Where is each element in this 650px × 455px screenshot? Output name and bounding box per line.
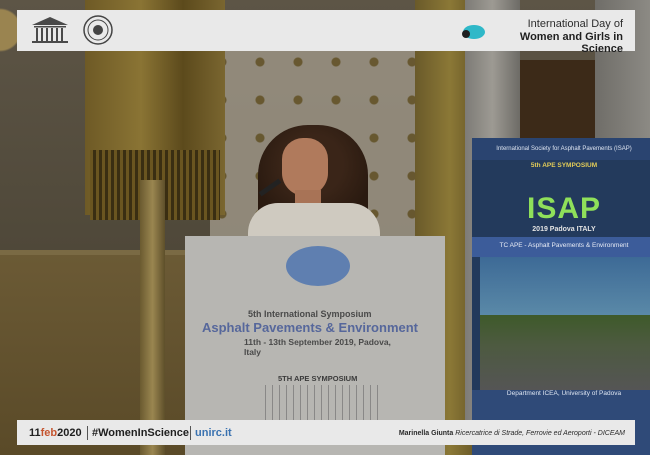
event-date: 11feb2020 [29, 427, 82, 439]
podium-line1: 5th International Symposium [248, 309, 372, 319]
site-link[interactable]: unirc.it [195, 427, 232, 439]
date-year: 2020 [57, 427, 82, 439]
header-title-line2: Women and Girls in Science [519, 31, 623, 55]
photo-credit: Marinella Giunta Ricercatrice di Strade,… [340, 430, 625, 437]
padova-skyline-drawing [265, 385, 380, 425]
podium-line3: 11th - 13th September 2019, Padova, Ital… [244, 337, 391, 357]
podium-line2: Asphalt Pavements & Environment [202, 320, 418, 335]
banner-isap: ISAP [526, 192, 602, 225]
banner-sky [480, 257, 650, 317]
podium-line4: 5TH APE SYMPOSIUM [278, 374, 358, 383]
unesco-logo-icon [32, 17, 68, 43]
footer-divider [190, 426, 191, 440]
ape-logo [286, 246, 350, 286]
banner-org: International Society for Asphalt Paveme… [496, 146, 632, 152]
banner-year: 2019 Padova ITALY [532, 226, 596, 233]
banner-tc: TC APE - Asphalt Pavements & Environment [499, 242, 629, 249]
banner-department: Department ICEA, University of Padova [506, 390, 622, 397]
university-seal-icon [83, 15, 113, 45]
photo-scene: 5th International Symposium Asphalt Pave… [0, 0, 650, 455]
banner-road [480, 315, 650, 390]
speaker-face [282, 138, 328, 196]
banner-symposium: 5th APE SYMPOSIUM [530, 162, 598, 169]
gilded-pillar [140, 180, 165, 455]
credit-role: Ricercatrice di Strade, Ferrovie ed Aero… [455, 430, 625, 437]
credit-name: Marinella Giunta [398, 430, 454, 437]
date-month: feb [40, 427, 58, 439]
hashtag: #WomenInScience [92, 427, 189, 439]
date-day: 11 [29, 427, 41, 439]
footer-divider [87, 426, 88, 440]
header-title-line1: International Day of [527, 18, 623, 30]
